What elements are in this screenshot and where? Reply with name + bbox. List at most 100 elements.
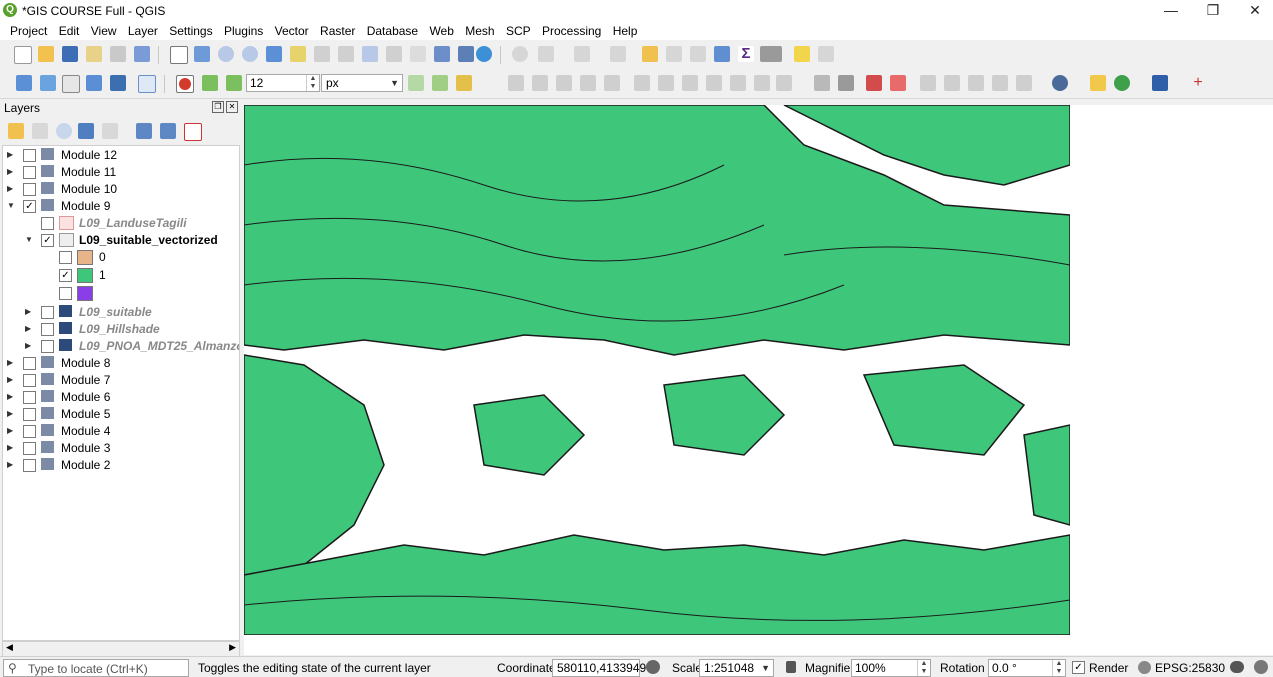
processing-toolbox-icon[interactable]	[714, 46, 730, 62]
render-checkbox[interactable]: ✓	[1072, 661, 1085, 674]
zoom-full-icon[interactable]	[266, 46, 282, 62]
zoom-last-icon[interactable]	[362, 46, 378, 62]
new-print-layout-icon[interactable]	[86, 46, 102, 62]
show-bookmarks-icon[interactable]	[458, 46, 474, 62]
layer-tree-row-module-12[interactable]: ▶ Module 12	[3, 147, 239, 164]
layer-checkbox[interactable]	[23, 391, 36, 404]
unit-select[interactable]: px ▼	[321, 74, 403, 92]
layer-checkbox[interactable]	[23, 166, 36, 179]
float-panel-icon[interactable]: ❐	[212, 101, 224, 113]
change-label-icon[interactable]	[968, 75, 984, 91]
legend-class-other[interactable]	[3, 285, 239, 302]
expand-arrow-icon[interactable]: ▶	[7, 443, 15, 453]
scale-select[interactable]: 1:251048 ▼	[699, 659, 774, 677]
open-attribute-table-icon[interactable]	[666, 46, 682, 62]
move-label-icon[interactable]	[920, 75, 936, 91]
select-by-value-icon[interactable]	[610, 46, 626, 62]
layer-checkbox[interactable]	[23, 442, 36, 455]
crs-value[interactable]: EPSG:25830	[1155, 661, 1225, 675]
help-contents-icon[interactable]	[1152, 75, 1168, 91]
layer-checkbox[interactable]	[23, 459, 36, 472]
collapse-all-icon[interactable]	[160, 123, 176, 139]
layer-tree-row-module-11[interactable]: ▶ Module 11	[3, 164, 239, 181]
move-feature-icon[interactable]	[580, 75, 596, 91]
new-map-view-icon[interactable]	[410, 46, 426, 62]
layout-manager-icon[interactable]	[110, 46, 126, 62]
run-feature-action-icon[interactable]	[538, 46, 554, 62]
snapping-options-icon[interactable]	[456, 75, 472, 91]
expand-arrow-icon[interactable]: ▶	[7, 460, 15, 470]
layer-tree-row-module-9[interactable]: ▼ ✓ Module 9	[3, 198, 239, 215]
show-hide-labels-icon[interactable]	[890, 75, 906, 91]
select-features-icon[interactable]	[574, 46, 590, 62]
layer-checkbox[interactable]: ✓	[23, 200, 36, 213]
menu-web[interactable]: Web	[425, 22, 457, 40]
spin-arrows-icon[interactable]: ▲ ▼	[306, 75, 319, 91]
pan-to-selection-icon[interactable]	[194, 46, 210, 62]
expand-arrow-icon[interactable]: ▶	[25, 324, 33, 334]
diagram-tool-icon[interactable]	[1016, 75, 1032, 91]
layer-tree-row-module-5[interactable]: ▶ Module 5	[3, 406, 239, 423]
legend-class-0[interactable]: 0	[3, 249, 239, 266]
toggle-extent-icon[interactable]	[646, 660, 660, 674]
spin-arrows-icon[interactable]: ▲ ▼	[917, 660, 930, 676]
zoom-next-icon[interactable]	[386, 46, 402, 62]
class-checkbox[interactable]: ✓	[59, 269, 72, 282]
spin-arrows-icon[interactable]: ▲ ▼	[1052, 660, 1065, 676]
menu-mesh[interactable]: Mesh	[461, 22, 498, 40]
expand-arrow-icon[interactable]: ▶	[7, 150, 15, 160]
layer-checkbox[interactable]	[23, 408, 36, 421]
split-features-icon[interactable]	[432, 75, 448, 91]
filter-by-expression-icon[interactable]	[102, 123, 118, 139]
crosshair-icon[interactable]: +	[1190, 75, 1206, 91]
filter-legend-icon[interactable]	[78, 123, 94, 139]
zoom-to-selection-icon[interactable]	[290, 46, 306, 62]
restore-button[interactable]: ❐	[1192, 0, 1234, 22]
close-button[interactable]: ✕	[1234, 0, 1273, 22]
zoom-native-icon[interactable]	[338, 46, 354, 62]
zoom-to-layer-icon[interactable]	[314, 46, 330, 62]
zoom-in-icon[interactable]	[218, 46, 234, 62]
layer-checkbox[interactable]	[23, 149, 36, 162]
expand-arrow-icon[interactable]: ▶	[7, 426, 15, 436]
statistical-summary-icon[interactable]: Σ	[738, 46, 754, 62]
expand-arrow-icon[interactable]: ▶	[7, 184, 15, 194]
new-project-icon[interactable]	[14, 46, 32, 64]
collapse-arrow-icon[interactable]: ▼	[7, 201, 15, 211]
layer-tree-row-module-8[interactable]: ▶ Module 8	[3, 355, 239, 372]
measure-line-icon[interactable]	[760, 46, 782, 62]
layer-tree-horizontal-scrollbar[interactable]: ◀ ▶	[2, 641, 240, 657]
snapping-tool-icon[interactable]	[226, 75, 242, 91]
layer-tree-row-suitable[interactable]: ▶ L09_suitable	[3, 304, 239, 321]
locator-search-input[interactable]: ⚲ Type to locate (Ctrl+K)	[3, 659, 189, 677]
new-shapefile-layer-icon[interactable]	[62, 75, 80, 93]
remove-layer-icon[interactable]	[184, 123, 202, 141]
menu-vector[interactable]: Vector	[271, 22, 313, 40]
pin-labels-icon[interactable]	[838, 75, 854, 91]
save-edits-icon[interactable]	[532, 75, 548, 91]
undo-icon[interactable]	[730, 75, 746, 91]
layer-tree-row-suitable-vectorized[interactable]: ▼ ✓ L09_suitable_vectorized	[3, 232, 239, 249]
menu-project[interactable]: Project	[6, 22, 51, 40]
manage-map-themes-icon[interactable]	[56, 123, 72, 139]
zoom-out-icon[interactable]	[242, 46, 258, 62]
layer-tree-row-module-3[interactable]: ▶ Module 3	[3, 440, 239, 457]
expand-arrow-icon[interactable]: ▶	[7, 392, 15, 402]
layer-checkbox[interactable]: ✓	[41, 234, 54, 247]
identify-features-icon[interactable]	[512, 46, 528, 62]
layer-checkbox[interactable]	[41, 340, 54, 353]
minimize-button[interactable]: —	[1150, 0, 1192, 22]
layer-tree-row-landuse[interactable]: L09_LanduseTagili	[3, 215, 239, 232]
layer-checkbox[interactable]	[41, 217, 54, 230]
layer-checkbox[interactable]	[23, 357, 36, 370]
scroll-left-icon[interactable]: ◀	[6, 642, 13, 653]
style-manager-icon[interactable]	[134, 46, 150, 62]
add-group-icon[interactable]	[32, 123, 48, 139]
menu-database[interactable]: Database	[363, 22, 422, 40]
open-layer-styling-icon[interactable]	[8, 123, 24, 139]
menu-layer[interactable]: Layer	[124, 22, 162, 40]
menu-settings[interactable]: Settings	[165, 22, 216, 40]
vertex-tool-icon[interactable]	[202, 75, 218, 91]
save-project-icon[interactable]	[62, 46, 78, 62]
text-annotation-icon[interactable]	[818, 46, 834, 62]
